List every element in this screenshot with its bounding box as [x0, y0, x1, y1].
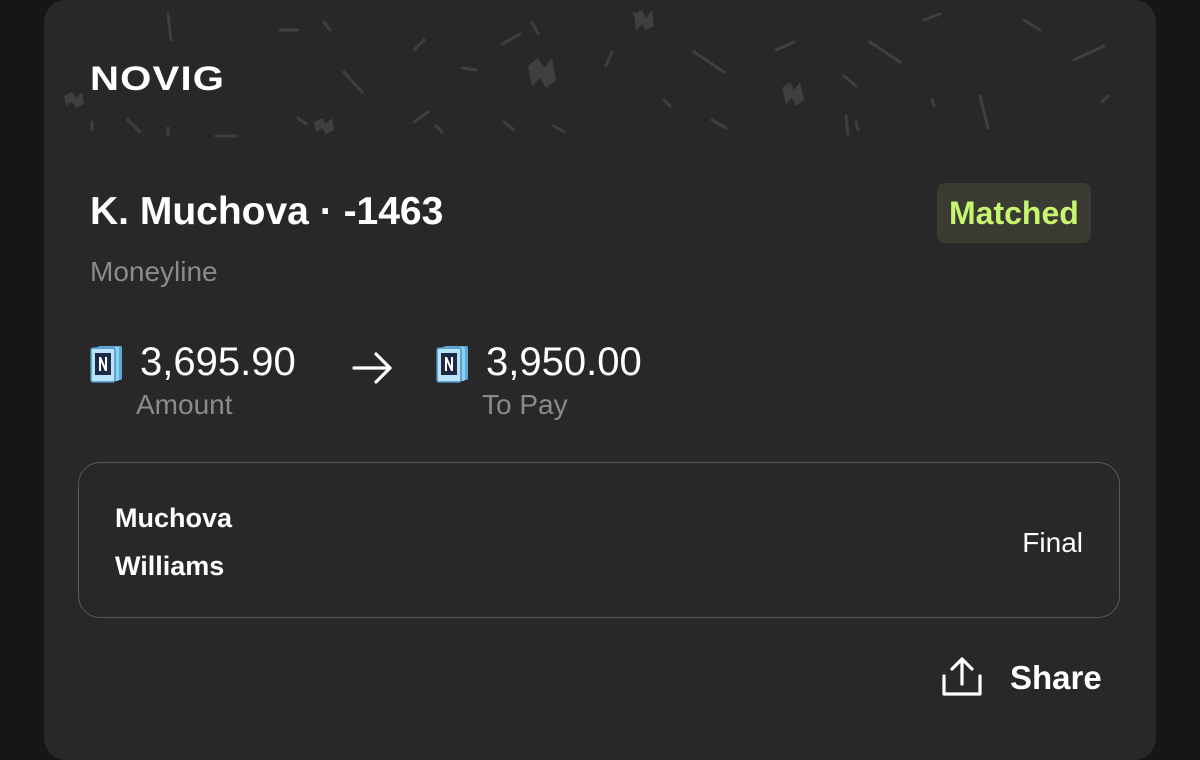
selection-name: K. Muchova — [90, 190, 309, 233]
stake-label: Amount — [136, 389, 233, 420]
bet-market: Moneyline — [90, 256, 218, 287]
novig-coin-icon — [90, 345, 122, 383]
payout-amount: 3,950.00 To Pay — [436, 340, 642, 421]
payout-label: To Pay — [482, 389, 568, 420]
team-home: Muchova — [115, 503, 233, 533]
stake-amount: 3,695.90 Amount — [90, 340, 296, 421]
title-separator: · — [319, 190, 333, 233]
share-button[interactable]: Share — [938, 656, 1102, 700]
share-upload-icon — [942, 657, 982, 696]
brand-logo: NOVIG — [90, 60, 226, 98]
payout-value: 3,950.00 — [486, 340, 642, 384]
game-summary[interactable]: Muchova Williams Final — [78, 462, 1120, 618]
bet-odds: -1463 — [343, 190, 444, 233]
arrow-right-icon — [352, 352, 392, 384]
game-status: Final — [1022, 527, 1083, 558]
bet-card: NOVIG K. Muchova · -1463 Moneyline Match… — [44, 0, 1156, 760]
bet-title: K. Muchova · -1463 — [90, 190, 443, 234]
stake-value: 3,695.90 — [140, 340, 296, 384]
novig-coin-icon — [436, 345, 468, 383]
team-away: Williams — [115, 551, 225, 581]
share-label: Share — [1010, 659, 1102, 696]
status-badge: Matched — [937, 183, 1091, 243]
